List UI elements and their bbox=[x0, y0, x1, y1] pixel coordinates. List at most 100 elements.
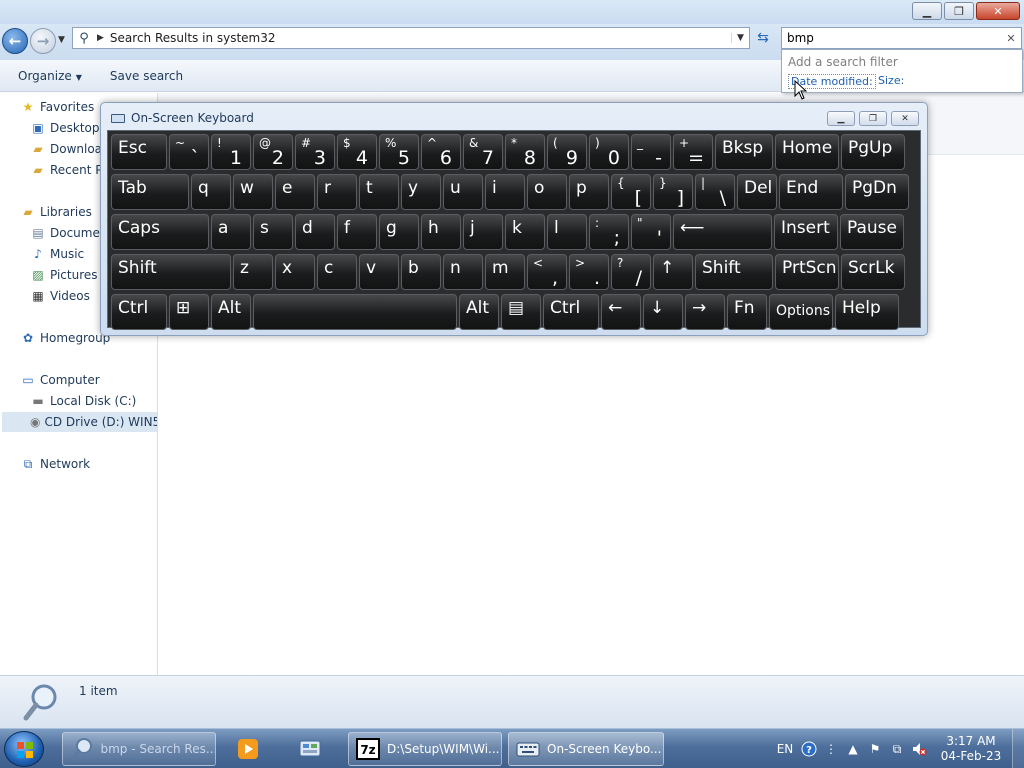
key-alt[interactable]: Alt bbox=[459, 294, 499, 330]
key-symbol-3-11[interactable]: ↑ bbox=[653, 254, 693, 290]
key-u[interactable]: u bbox=[443, 174, 483, 210]
nav-homegroup[interactable]: ✿ Homegroup bbox=[20, 328, 110, 348]
key-symbol-1-13[interactable]: | \ bbox=[695, 174, 735, 210]
key-symbol-1-12[interactable]: }] bbox=[653, 174, 693, 210]
key-0[interactable]: ) 0 bbox=[589, 134, 629, 170]
close-button[interactable]: ✕ bbox=[976, 2, 1020, 20]
key-symbol-4-9[interactable]: → bbox=[685, 294, 725, 330]
key-symbol-0-13[interactable]: + = bbox=[673, 134, 713, 170]
key-ctrl[interactable]: Ctrl bbox=[111, 294, 167, 330]
key-m[interactable]: m bbox=[485, 254, 525, 290]
search-input[interactable] bbox=[787, 31, 987, 45]
key-symbol-4-1[interactable]: ⊞ bbox=[169, 294, 209, 330]
key-esc[interactable]: Esc bbox=[111, 134, 167, 170]
key-pause[interactable]: Pause bbox=[840, 214, 904, 250]
nav-favorites[interactable]: ★ Favorites bbox=[20, 97, 95, 117]
forward-button[interactable]: → bbox=[30, 28, 56, 54]
key-p[interactable]: p bbox=[569, 174, 609, 210]
key-symbol-3-8[interactable]: <, bbox=[527, 254, 567, 290]
language-bar-options-icon[interactable]: ⋮ bbox=[820, 742, 842, 756]
key-symbol-1-11[interactable]: {[ bbox=[611, 174, 651, 210]
key-g[interactable]: g bbox=[379, 214, 419, 250]
key-d[interactable]: d bbox=[295, 214, 335, 250]
osk-close-button[interactable]: ✕ bbox=[891, 111, 919, 126]
key-options[interactable]: Options bbox=[769, 294, 833, 330]
address-bar[interactable]: ⚲ ▶ Search Results in system32 ▼ bbox=[72, 27, 750, 49]
osk-maximize-button[interactable]: ❐ bbox=[859, 111, 887, 126]
key-symbol-0-1[interactable]: ~ ` bbox=[169, 134, 209, 170]
action-center-flag-icon[interactable]: ⚑ bbox=[864, 742, 886, 756]
key-r[interactable]: r bbox=[317, 174, 357, 210]
key-i[interactable]: i bbox=[485, 174, 525, 210]
nav-network[interactable]: ⧉ Network bbox=[20, 454, 90, 474]
key-fn[interactable]: Fn bbox=[727, 294, 767, 330]
key-caps[interactable]: Caps bbox=[111, 214, 209, 250]
key-shift[interactable]: Shift bbox=[695, 254, 773, 290]
key-y[interactable]: y bbox=[401, 174, 441, 210]
key-symbol-2-11[interactable]: " ' bbox=[631, 214, 671, 250]
key-z[interactable]: z bbox=[233, 254, 273, 290]
size-filter[interactable]: Size: bbox=[878, 74, 904, 87]
key-ctrl[interactable]: Ctrl bbox=[543, 294, 599, 330]
search-box[interactable]: ✕ bbox=[781, 27, 1022, 49]
key-b[interactable]: b bbox=[401, 254, 441, 290]
osk-minimize-button[interactable]: ▁ bbox=[827, 111, 855, 126]
key-tab[interactable]: Tab bbox=[111, 174, 189, 210]
key-h[interactable]: h bbox=[421, 214, 461, 250]
key-home[interactable]: Home bbox=[775, 134, 839, 170]
nav-pictures[interactable]: ▨ Pictures bbox=[30, 265, 97, 285]
show-hidden-icons-chevron-icon[interactable]: ▲ bbox=[842, 742, 864, 756]
save-search-button[interactable]: Save search bbox=[110, 69, 183, 83]
key-a[interactable]: a bbox=[211, 214, 251, 250]
key-pgup[interactable]: PgUp bbox=[841, 134, 905, 170]
key-symbol-0-12[interactable]: _ - bbox=[631, 134, 671, 170]
minimize-button[interactable]: ▁ bbox=[912, 2, 942, 20]
key-alt[interactable]: Alt bbox=[211, 294, 251, 330]
key-4[interactable]: $4 bbox=[337, 134, 377, 170]
key-2[interactable]: @2 bbox=[253, 134, 293, 170]
network-icon[interactable]: ⧉ bbox=[886, 742, 908, 757]
taskbar-7zip[interactable]: 7z D:\Setup\WIM\Wi... bbox=[348, 732, 502, 766]
key-s[interactable]: s bbox=[253, 214, 293, 250]
key-t[interactable]: t bbox=[359, 174, 399, 210]
start-button[interactable] bbox=[4, 731, 44, 767]
taskbar-explorer-search[interactable]: bmp - Search Res... bbox=[62, 732, 216, 766]
key-7[interactable]: & 7 bbox=[463, 134, 503, 170]
address-dropdown-icon[interactable]: ▼ bbox=[731, 33, 749, 43]
nav-desktop[interactable]: ▣ Desktop bbox=[30, 118, 99, 138]
taskbar-media-player[interactable] bbox=[228, 732, 268, 766]
key-j[interactable]: j bbox=[463, 214, 503, 250]
key-9[interactable]: (9 bbox=[547, 134, 587, 170]
recent-pages-dropdown[interactable]: ▼ bbox=[58, 35, 65, 45]
key-6[interactable]: ^ 6 bbox=[421, 134, 461, 170]
key-space[interactable] bbox=[253, 294, 457, 330]
key-symbol-3-9[interactable]: >. bbox=[569, 254, 609, 290]
help-icon[interactable]: ? bbox=[798, 741, 820, 757]
back-button[interactable]: ← bbox=[2, 28, 28, 54]
nav-cd-drive[interactable]: ◉ CD Drive (D:) WIN51 bbox=[2, 412, 157, 432]
key-x[interactable]: x bbox=[275, 254, 315, 290]
key-bksp[interactable]: Bksp bbox=[715, 134, 773, 170]
language-indicator[interactable]: EN bbox=[772, 742, 798, 756]
maximize-button[interactable]: ❐ bbox=[944, 2, 974, 20]
key-o[interactable]: o bbox=[527, 174, 567, 210]
key-shift[interactable]: Shift bbox=[111, 254, 231, 290]
clock[interactable]: 3:17 AM 04-Feb-23 bbox=[930, 734, 1012, 764]
key-k[interactable]: k bbox=[505, 214, 545, 250]
nav-videos[interactable]: ▦ Videos bbox=[30, 286, 90, 306]
key-insert[interactable]: Insert bbox=[774, 214, 838, 250]
key-symbol-4-7[interactable]: ← bbox=[601, 294, 641, 330]
key-e[interactable]: e bbox=[275, 174, 315, 210]
key-q[interactable]: q bbox=[191, 174, 231, 210]
key-prtscn[interactable]: PrtScn bbox=[775, 254, 839, 290]
refresh-icon[interactable]: ⇆ bbox=[752, 27, 774, 49]
key-symbol-3-10[interactable]: ? / bbox=[611, 254, 651, 290]
key-symbol-4-5[interactable]: ▤ bbox=[501, 294, 541, 330]
key-3[interactable]: #3 bbox=[295, 134, 335, 170]
volume-muted-icon[interactable] bbox=[908, 741, 930, 757]
taskbar-control-panel[interactable] bbox=[290, 732, 332, 766]
key-l[interactable]: l bbox=[547, 214, 587, 250]
key-f[interactable]: f bbox=[337, 214, 377, 250]
organize-button[interactable]: Organize ▼ bbox=[18, 69, 82, 83]
nav-local-disk[interactable]: ▬ Local Disk (C:) bbox=[30, 391, 136, 411]
